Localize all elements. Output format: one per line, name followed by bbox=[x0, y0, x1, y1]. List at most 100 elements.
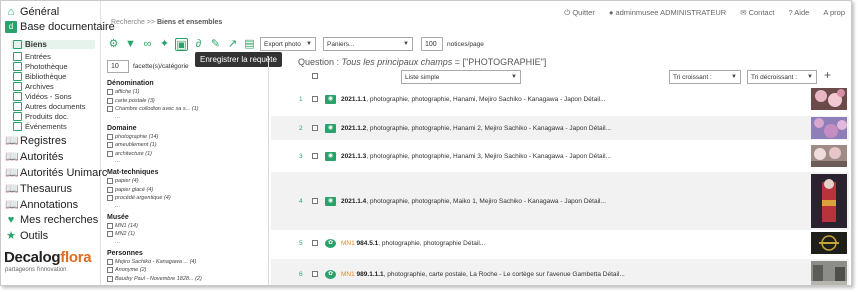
per-page-input[interactable]: 100 bbox=[421, 37, 443, 51]
nav-item-outils[interactable]: ★ Outils bbox=[5, 230, 48, 242]
checkbox[interactable] bbox=[107, 195, 113, 202]
sub-item-biens[interactable]: Biens bbox=[11, 40, 95, 49]
checkbox[interactable] bbox=[107, 231, 113, 238]
facet-option[interactable]: ameublement (1) bbox=[107, 141, 268, 150]
search-settings-icon[interactable]: ⚙ bbox=[107, 38, 120, 51]
user-link[interactable]: ● adminmusee ADMINISTRATEUR bbox=[609, 8, 726, 18]
quit-link[interactable]: ⏻ Quitter bbox=[564, 8, 595, 18]
sort-asc-select[interactable]: Tri croissant : ▼ bbox=[669, 70, 741, 84]
sub-item-bibliotheque[interactable]: Bibliothèque bbox=[13, 72, 66, 81]
checkbox[interactable] bbox=[107, 97, 113, 104]
magic-wand-icon[interactable]: ✦ bbox=[158, 38, 171, 51]
row-checkbox[interactable] bbox=[312, 96, 318, 102]
detail-link[interactable]: Détail... bbox=[463, 240, 485, 247]
checkbox[interactable] bbox=[107, 267, 113, 274]
sub-item-label: Autres documents bbox=[25, 102, 86, 111]
thumbnail[interactable] bbox=[811, 117, 847, 139]
print-icon[interactable]: ▤ bbox=[243, 38, 256, 51]
facet-option[interactable]: procédé argentique (4) bbox=[107, 194, 268, 203]
sub-item-archives[interactable]: Archives bbox=[13, 82, 54, 91]
row-checkbox[interactable] bbox=[312, 271, 318, 277]
checkbox[interactable] bbox=[107, 150, 113, 157]
facet-option[interactable]: MN1 (14) bbox=[107, 222, 268, 231]
nav-item-base-documentaire[interactable]: d Base documentaire bbox=[5, 21, 115, 33]
nav-item-annotations[interactable]: 📖 Annotations bbox=[5, 199, 78, 211]
facet-option[interactable]: carte postale (3) bbox=[107, 97, 268, 106]
more-dots[interactable]: ... bbox=[107, 239, 268, 246]
database-icon: d bbox=[5, 21, 17, 33]
thumbnail[interactable] bbox=[811, 174, 847, 228]
facet-option[interactable]: papier (4) bbox=[107, 177, 268, 186]
more-dots[interactable]: ... bbox=[107, 114, 268, 121]
sub-item-autres-documents[interactable]: Autres documents bbox=[13, 102, 85, 111]
detail-link[interactable]: Détail... bbox=[584, 198, 606, 205]
checkbox[interactable] bbox=[107, 258, 113, 265]
nav-item-autorites-unimarc[interactable]: 📖 Autorités Unimarc bbox=[5, 167, 107, 179]
facet-option[interactable]: Chambre collodion avec sa s... (1) bbox=[107, 105, 268, 114]
row-checkbox[interactable] bbox=[312, 240, 318, 246]
facet-option[interactable]: architecture (1) bbox=[107, 150, 268, 159]
sub-item-produits-doc[interactable]: Produits doc. bbox=[13, 112, 69, 121]
nav-item-mes-recherches[interactable]: ♥ Mes recherches bbox=[5, 214, 99, 226]
nav-item-thesaurus[interactable]: 📖 Thesaurus bbox=[5, 183, 72, 195]
checkbox[interactable] bbox=[107, 106, 113, 113]
nav-item-general[interactable]: ⌂ Général bbox=[5, 6, 59, 18]
checkbox[interactable] bbox=[107, 89, 113, 96]
more-dots[interactable]: ... bbox=[107, 203, 268, 210]
table-row[interactable]: 3 ◉ 2021.1.3, photographie, photographie… bbox=[271, 144, 849, 168]
attach-icon[interactable]: ∂ bbox=[192, 38, 205, 51]
sub-item-phototheque[interactable]: Photothèque bbox=[13, 62, 68, 71]
breadcrumb-root[interactable]: Recherche >> bbox=[111, 19, 155, 26]
facet-option[interactable]: affiche (1) bbox=[107, 88, 268, 97]
row-checkbox[interactable] bbox=[312, 125, 318, 131]
table-row[interactable]: 4 ◉ 2021.1.4, photographie, photographie… bbox=[271, 172, 849, 230]
table-row[interactable]: 2 ◉ 2021.1.2, photographie, photographie… bbox=[271, 116, 849, 140]
checkbox[interactable] bbox=[107, 142, 113, 149]
thumbnail[interactable] bbox=[811, 88, 847, 110]
checkbox[interactable] bbox=[107, 186, 113, 193]
help-link[interactable]: ? Aide bbox=[788, 8, 809, 18]
panier-select[interactable]: Paniers... ▼ bbox=[323, 37, 413, 51]
facet-option[interactable]: Anonyme (2) bbox=[107, 266, 268, 275]
checkbox[interactable] bbox=[107, 133, 113, 140]
detail-link[interactable]: Détail... bbox=[589, 153, 611, 160]
thumbnail[interactable] bbox=[811, 232, 847, 254]
checkbox[interactable] bbox=[107, 275, 113, 282]
filter-icon[interactable]: ▼ bbox=[124, 38, 137, 51]
table-row[interactable]: 5 ✿ MN1 984.5.1, photographie, photograp… bbox=[271, 231, 849, 255]
facet-option[interactable]: papier glacé (4) bbox=[107, 186, 268, 195]
detail-link[interactable]: Détail... bbox=[583, 96, 605, 103]
facet-option[interactable]: Baudry Paul - Novembre 1828... (2) bbox=[107, 275, 268, 284]
row-checkbox[interactable] bbox=[312, 198, 318, 204]
add-sort-icon[interactable]: + bbox=[824, 68, 831, 82]
nav-item-autorites[interactable]: 📖 Autorités bbox=[5, 151, 63, 163]
facet-count-input[interactable]: 10 bbox=[107, 60, 129, 73]
sub-item-evenements[interactable]: Événements bbox=[13, 122, 67, 131]
row-checkbox[interactable] bbox=[312, 153, 318, 159]
checkbox[interactable] bbox=[107, 222, 113, 229]
facet-option[interactable]: Mejiro Sachiko - Kanagawa ... (4) bbox=[107, 258, 268, 267]
apropos-link[interactable]: A prop bbox=[823, 8, 845, 18]
sub-item-entrees[interactable]: Entrées bbox=[13, 52, 51, 61]
export-icon[interactable]: ↗ bbox=[226, 38, 239, 51]
more-dots[interactable]: ... bbox=[107, 158, 268, 165]
glasses-icon[interactable]: ∞ bbox=[141, 38, 154, 51]
export-select[interactable]: Export photo ▼ bbox=[260, 37, 316, 51]
edit-icon[interactable]: ✎ bbox=[209, 38, 222, 51]
facet-option[interactable]: photographie (14) bbox=[107, 133, 268, 142]
facet-option[interactable]: MN2 (1) bbox=[107, 230, 268, 239]
thumbnail[interactable] bbox=[811, 145, 847, 167]
sub-item-videos-sons[interactable]: Vidéos - Sons bbox=[13, 92, 72, 101]
contact-link[interactable]: ✉ Contact bbox=[740, 8, 774, 18]
nav-item-registres[interactable]: 📖 Registres bbox=[5, 135, 66, 147]
table-row[interactable]: 1 ◉ 2021.1.1, photographie, photographie… bbox=[271, 87, 849, 111]
detail-link[interactable]: Détail... bbox=[589, 125, 611, 132]
checkbox[interactable] bbox=[107, 178, 113, 185]
table-row[interactable]: 6 ✿ MN1 989.1.1.1, photographie, carte p… bbox=[271, 259, 849, 286]
thumbnail[interactable] bbox=[811, 261, 847, 286]
sort-desc-select[interactable]: Tri décroissant : ▼ bbox=[747, 70, 817, 84]
save-query-icon[interactable]: ▣ bbox=[175, 37, 188, 51]
select-all-checkbox[interactable] bbox=[312, 73, 318, 79]
detail-link[interactable]: Détail... bbox=[603, 271, 625, 278]
display-mode-select[interactable]: Liste simple ▼ bbox=[401, 70, 521, 84]
